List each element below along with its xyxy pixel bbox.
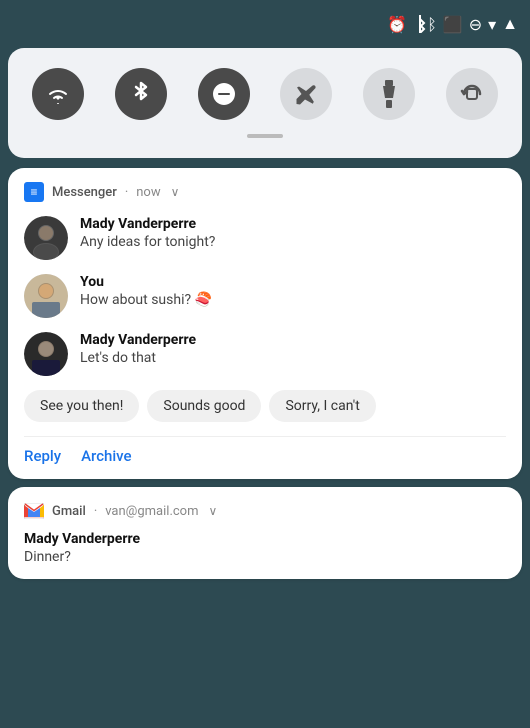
gmail-account: van@gmail.com xyxy=(105,504,198,519)
bluetooth-toggle[interactable] xyxy=(115,68,167,120)
messenger-app-icon xyxy=(24,182,44,202)
gmail-subject: Dinner? xyxy=(24,549,506,565)
gmail-app-icon xyxy=(24,501,44,521)
alarm-icon: ⏰ xyxy=(387,15,407,34)
dnd-icon: ⊖ xyxy=(469,15,482,34)
message-row-1: Mady Vanderperre Any ideas for tonight? xyxy=(24,216,506,260)
archive-button[interactable]: Archive xyxy=(81,447,131,465)
status-bar: ⏰ ᛒ ⬛ ⊖ ▾ ▲ xyxy=(0,0,530,48)
quick-settings-panel xyxy=(8,48,522,158)
messenger-expand-icon[interactable]: ∨ xyxy=(171,185,180,199)
message-text-2: How about sushi? 🍣 xyxy=(80,292,212,308)
avatar-mady-2 xyxy=(24,332,68,376)
message-row-3: Mady Vanderperre Let's do that xyxy=(24,332,506,376)
sender-name-3: Mady Vanderperre xyxy=(80,332,196,348)
gmail-dot: · xyxy=(94,504,97,519)
message-text-1: Any ideas for tonight? xyxy=(80,234,215,250)
message-content-1: Mady Vanderperre Any ideas for tonight? xyxy=(80,216,215,250)
message-row-2: You How about sushi? 🍣 xyxy=(24,274,506,318)
message-content-2: You How about sushi? 🍣 xyxy=(80,274,212,308)
rotate-toggle[interactable] xyxy=(446,68,498,120)
wifi-icon: ▾ xyxy=(488,15,496,34)
quick-settings-icons xyxy=(32,68,498,120)
quick-reply-sorry[interactable]: Sorry, I can't xyxy=(269,390,375,422)
flashlight-toggle[interactable] xyxy=(363,68,415,120)
messenger-app-name: Messenger xyxy=(52,185,117,200)
signal-icon: ▲ xyxy=(502,14,518,34)
message-text-3: Let's do that xyxy=(80,350,196,366)
gmail-notification: Gmail · van@gmail.com ∨ Mady Vanderperre… xyxy=(8,487,522,579)
sender-name-1: Mady Vanderperre xyxy=(80,216,215,232)
reply-button[interactable]: Reply xyxy=(24,447,61,465)
gmail-sender: Mady Vanderperre xyxy=(24,531,506,547)
wifi-toggle[interactable] xyxy=(32,68,84,120)
sender-name-2: You xyxy=(80,274,212,290)
gmail-app-name: Gmail xyxy=(52,504,86,519)
messenger-notif-header: Messenger · now ∨ xyxy=(24,182,506,202)
airplane-toggle[interactable] xyxy=(280,68,332,120)
messenger-notif-time: · xyxy=(125,185,128,200)
bluetooth-icon: ᛒ xyxy=(413,15,437,34)
drag-handle xyxy=(247,134,283,138)
dnd-toggle[interactable] xyxy=(198,68,250,120)
gmail-header: Gmail · van@gmail.com ∨ xyxy=(24,501,506,521)
notifications-list: Messenger · now ∨ Mady Vanderperre Any i… xyxy=(8,168,522,579)
gmail-expand-icon[interactable]: ∨ xyxy=(209,504,218,518)
messenger-notification: Messenger · now ∨ Mady Vanderperre Any i… xyxy=(8,168,522,479)
avatar-you xyxy=(24,274,68,318)
cast-icon: ⬛ xyxy=(443,15,463,34)
quick-replies: See you then! Sounds good Sorry, I can't xyxy=(24,390,506,422)
message-content-3: Mady Vanderperre Let's do that xyxy=(80,332,196,366)
messenger-actions: Reply Archive xyxy=(24,436,506,465)
quick-reply-sounds-good[interactable]: Sounds good xyxy=(147,390,261,422)
quick-reply-see-you[interactable]: See you then! xyxy=(24,390,139,422)
messenger-notif-time-value: now xyxy=(136,185,160,200)
avatar-mady-1 xyxy=(24,216,68,260)
